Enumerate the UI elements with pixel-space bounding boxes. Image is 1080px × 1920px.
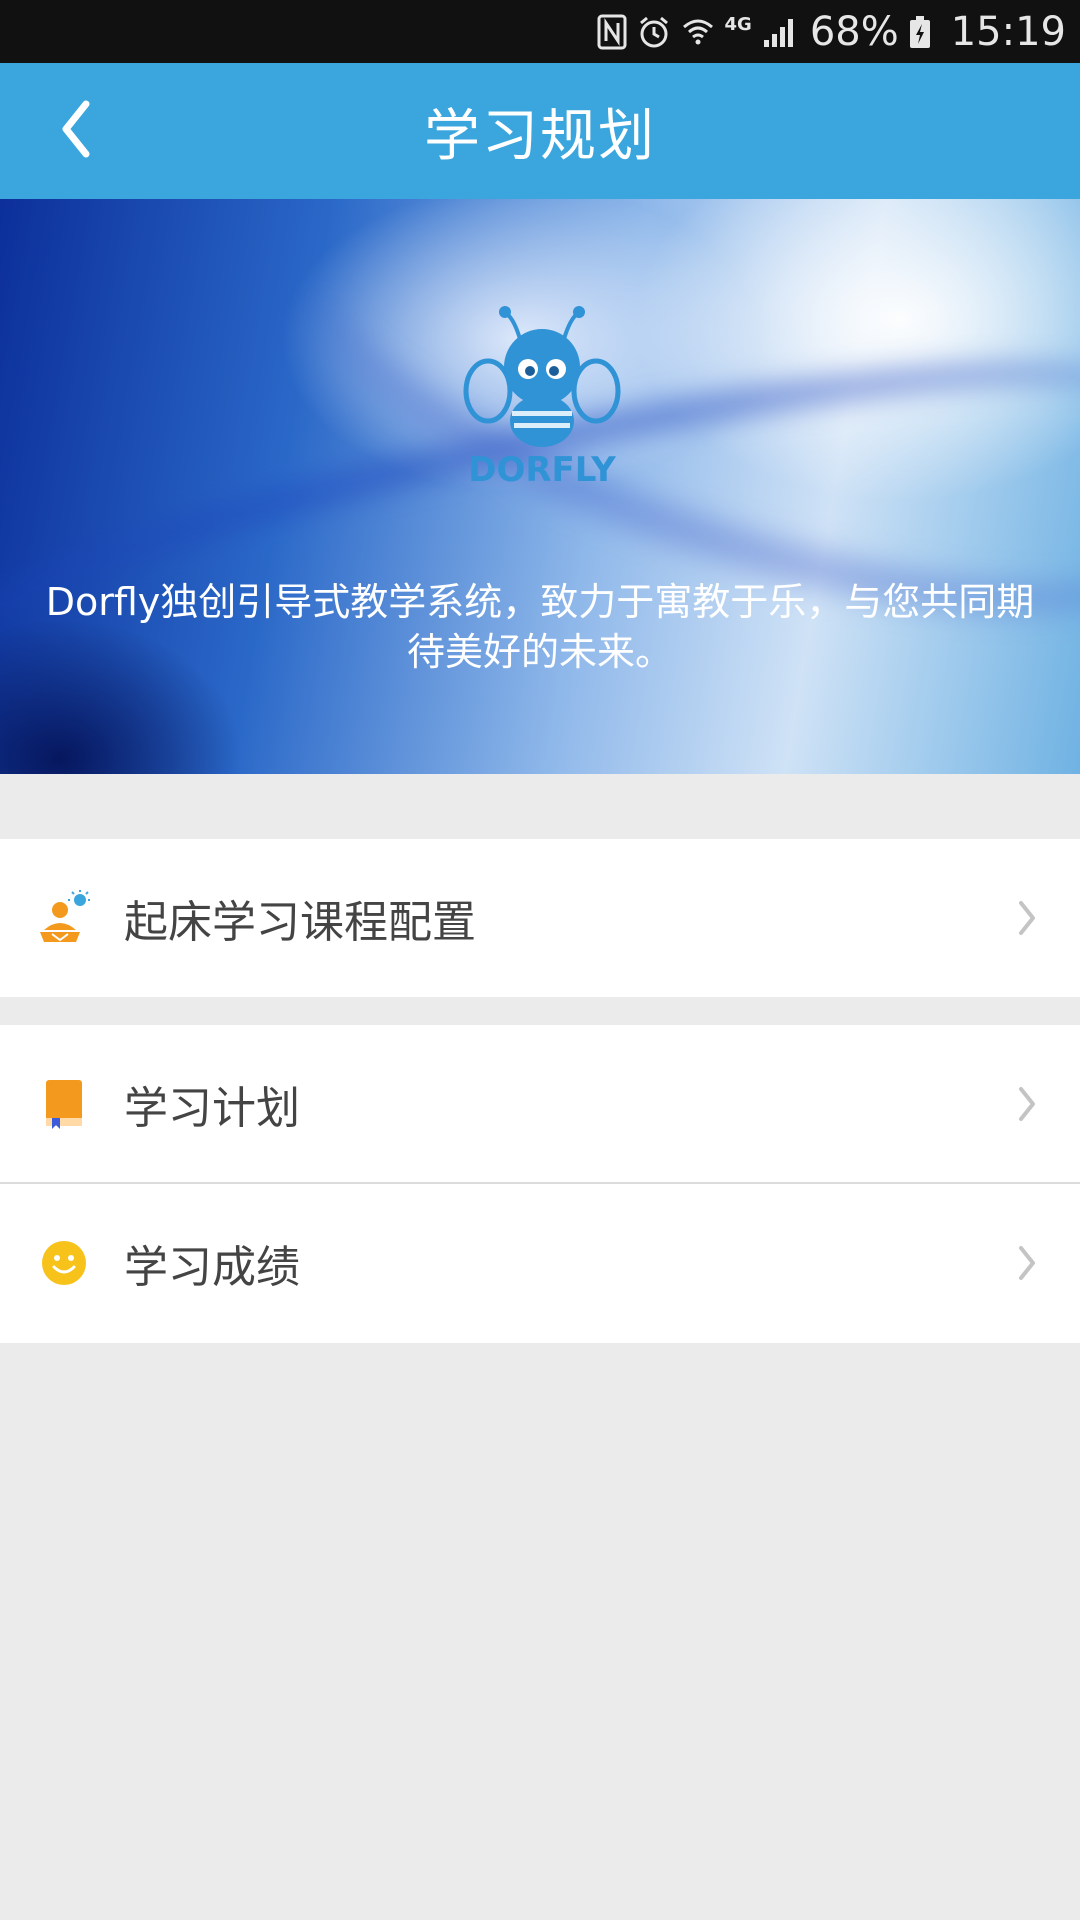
banner: DORFLY Dorfly独创引导式教学系统，致力于寓教于乐，与您共同期待美好的… [0,199,1080,774]
chevron-left-icon [58,100,92,162]
logo-text: DORFLY [468,450,616,489]
chevron-right-icon [1014,1243,1040,1283]
menu-group-morning: 起床学习课程配置 [0,839,1080,997]
menu-item-label: 起床学习课程配置 [124,897,476,948]
menu-item-label: 学习成绩 [124,1242,300,1293]
battery-percent: 68% [809,8,899,55]
battery-icon [909,0,931,63]
wifi-icon [681,0,715,63]
clock: 15:19 [950,8,1066,55]
menu-item-study-plan[interactable]: 学习计划 [0,1025,1080,1184]
dorfly-logo: DORFLY [462,299,622,490]
morning-study-icon [36,890,92,946]
back-button[interactable] [30,63,120,199]
4g-icon: 4G [724,14,752,35]
header: 学习规划 [0,63,1080,199]
page-title: 学习规划 [424,103,656,169]
menu-item-label: 学习计划 [124,1082,300,1134]
nfc-icon [597,0,627,63]
status-bar: 4G 68% 15:19 [0,0,1080,63]
book-icon [36,1076,92,1132]
banner-description: Dorfly独创引导式教学系统，致力于寓教于乐，与您共同期待美好的未来。 [45,580,1035,674]
menu-item-study-scores[interactable]: 学习成绩 [0,1184,1080,1342]
chevron-right-icon [1014,1084,1040,1124]
signal-icon [762,0,796,63]
menu-item-morning-course-config[interactable]: 起床学习课程配置 [0,839,1080,997]
smiley-icon [36,1235,92,1291]
menu-group-study: 学习计划 学习成绩 [0,1025,1080,1343]
chevron-right-icon [1014,898,1040,938]
alarm-icon [637,0,671,63]
